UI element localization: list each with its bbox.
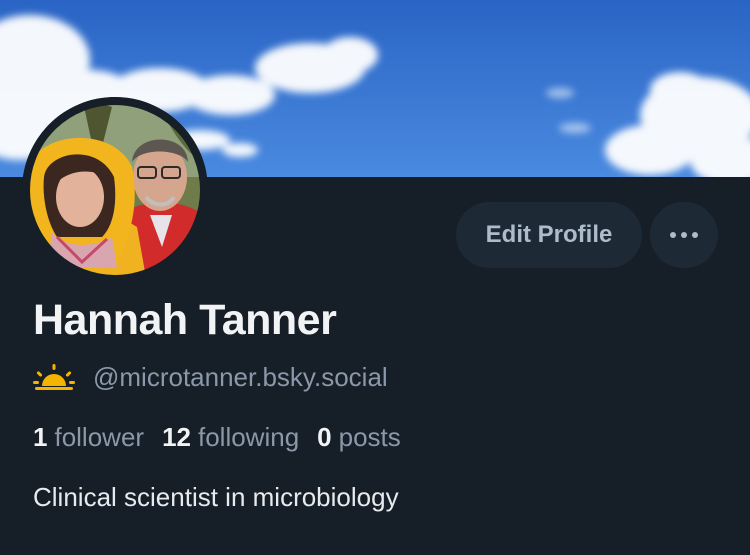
- following-label: following: [197, 421, 300, 452]
- sun-icon: [33, 364, 75, 390]
- profile-bio: Clinical scientist in microbiology: [33, 482, 399, 512]
- edit-profile-button[interactable]: Edit Profile: [456, 202, 642, 268]
- avatar[interactable]: [22, 97, 208, 283]
- handle-row: @microtanner.bsky.social: [33, 360, 388, 394]
- posts-label: posts: [338, 421, 401, 452]
- display-name: Hannah Tanner: [33, 296, 337, 344]
- more-options-button[interactable]: [650, 202, 718, 268]
- following-count: 12: [162, 421, 191, 452]
- followers-label: follower: [54, 421, 145, 452]
- followers-count: 1: [33, 421, 48, 452]
- avatar-photo: [22, 97, 208, 283]
- posts-stat: 0 posts: [317, 422, 401, 453]
- ellipsis-icon: [670, 232, 698, 238]
- following-stat[interactable]: 12 following: [162, 422, 299, 453]
- posts-count: 0: [317, 421, 332, 452]
- followers-stat[interactable]: 1 follower: [33, 422, 144, 453]
- handle[interactable]: @microtanner.bsky.social: [93, 362, 388, 393]
- profile-stats: 1 follower 12 following 0 posts: [33, 420, 419, 454]
